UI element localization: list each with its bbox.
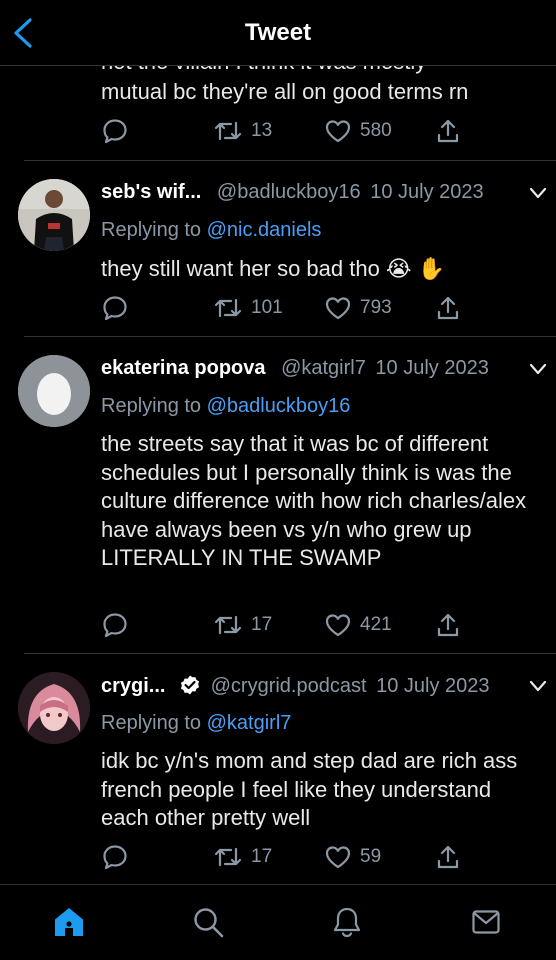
tweet-text: the streets say that it was bc of differ…: [101, 431, 527, 570]
tab-search[interactable]: [191, 905, 225, 939]
display-name[interactable]: ekaterina popova: [101, 357, 266, 379]
like-button[interactable]: 421: [324, 611, 392, 639]
heart-icon: [325, 614, 351, 637]
bell-icon: [333, 907, 361, 938]
bottom-tab-bar: [0, 884, 556, 960]
tweet-actions: 101 793: [101, 294, 481, 324]
retweet-icon: [214, 298, 242, 318]
retweet-count: 13: [251, 120, 273, 141]
home-icon: [55, 908, 83, 936]
chevron-down-icon[interactable]: [528, 676, 548, 696]
tweet-actions: 17 59: [101, 843, 481, 873]
heart-icon: [325, 297, 351, 320]
retweet-icon: [214, 121, 242, 141]
like-button[interactable]: 59: [324, 843, 381, 871]
tweet[interactable]: seb's wif... @badluckboy16 10 July 2023 …: [18, 160, 556, 336]
tweet-header: seb's wif... @badluckboy16 10 July 2023: [101, 181, 548, 204]
speech-bubble-icon: [103, 296, 127, 321]
tweet-text: they still want her so bad tho 😭 ✋: [101, 256, 446, 281]
handle[interactable]: @katgirl7: [281, 357, 366, 379]
speech-bubble-icon: [103, 613, 127, 638]
tweet-header: crygi... @crygrid.podcast 10 July 2023: [101, 674, 548, 698]
top-nav-bar: Tweet: [0, 0, 556, 66]
reply-button[interactable]: [101, 843, 129, 871]
retweet-button[interactable]: 17: [213, 843, 272, 871]
replying-to: Replying to @nic.daniels: [101, 219, 321, 242]
share-button[interactable]: [436, 611, 460, 639]
chevron-down-icon[interactable]: [528, 183, 548, 203]
heart-icon: [325, 120, 351, 143]
tab-home[interactable]: [52, 905, 86, 939]
handle[interactable]: @badluckboy16: [217, 181, 361, 203]
like-count: 59: [360, 846, 382, 867]
speech-bubble-icon: [103, 119, 127, 144]
speech-bubble-icon: [103, 845, 127, 870]
avatar[interactable]: [18, 672, 90, 744]
display-name[interactable]: crygi...: [101, 675, 165, 697]
tweet-text: idk bc y/n's mom and step dad are rich a…: [101, 748, 518, 830]
like-count: 580: [360, 120, 392, 141]
replying-to-label: Replying to: [101, 219, 207, 241]
page-title: Tweet: [244, 19, 312, 46]
tweet[interactable]: ekaterina popova @katgirl7 10 July 2023 …: [18, 336, 556, 653]
like-button[interactable]: 580: [324, 117, 392, 145]
retweet-count: 17: [251, 614, 273, 635]
share-icon: [437, 296, 459, 320]
mention-link[interactable]: @nic.daniels: [207, 219, 322, 241]
tweet-text: mutual bc they're all on good terms rn: [101, 79, 469, 104]
reply-button[interactable]: [101, 294, 129, 322]
default-egg-avatar[interactable]: [18, 355, 90, 427]
heart-icon: [325, 846, 351, 869]
share-icon: [437, 613, 459, 637]
search-icon: [194, 908, 224, 938]
tab-notifications[interactable]: [330, 905, 364, 939]
verified-badge-icon: [181, 675, 200, 695]
mention-link[interactable]: @katgirl7: [207, 712, 292, 734]
replying-to: Replying to @badluckboy16: [101, 395, 350, 418]
replying-to-label: Replying to: [101, 712, 207, 734]
share-button[interactable]: [436, 117, 460, 145]
replying-to-label: Replying to: [101, 395, 207, 417]
tweet-actions: 17 421: [101, 611, 481, 641]
tweet-header: ekaterina popova @katgirl7 10 July 2023: [101, 357, 548, 380]
retweet-count: 17: [251, 846, 273, 867]
like-count: 793: [360, 297, 392, 318]
mention-link[interactable]: @badluckboy16: [207, 395, 351, 417]
retweet-button[interactable]: 13: [213, 117, 272, 145]
share-icon: [437, 119, 459, 143]
retweet-count: 101: [251, 297, 283, 318]
chevron-down-icon[interactable]: [528, 359, 548, 379]
like-button[interactable]: 793: [324, 294, 392, 322]
reply-button[interactable]: [101, 611, 129, 639]
tweet-date: 10 July 2023: [375, 357, 489, 379]
share-button[interactable]: [436, 294, 460, 322]
handle[interactable]: @crygrid.podcast: [211, 675, 367, 697]
tweet[interactable]: crygi... @crygrid.podcast 10 July 2023 R…: [18, 653, 556, 884]
retweet-icon: [214, 847, 242, 867]
tweet-date: 10 July 2023: [376, 675, 490, 697]
tweet-actions: 13 580: [101, 117, 481, 147]
share-button[interactable]: [436, 843, 460, 871]
like-count: 421: [360, 614, 392, 635]
share-icon: [437, 845, 459, 869]
retweet-icon: [214, 615, 242, 635]
tab-messages[interactable]: [469, 905, 503, 939]
tweet-date: 10 July 2023: [370, 181, 484, 203]
retweet-button[interactable]: 17: [213, 611, 272, 639]
envelope-icon: [472, 910, 500, 934]
avatar[interactable]: [18, 179, 90, 251]
replying-to: Replying to @katgirl7: [101, 712, 291, 735]
retweet-button[interactable]: 101: [213, 294, 283, 322]
display-name[interactable]: seb's wif...: [101, 181, 201, 203]
reply-button[interactable]: [101, 117, 129, 145]
